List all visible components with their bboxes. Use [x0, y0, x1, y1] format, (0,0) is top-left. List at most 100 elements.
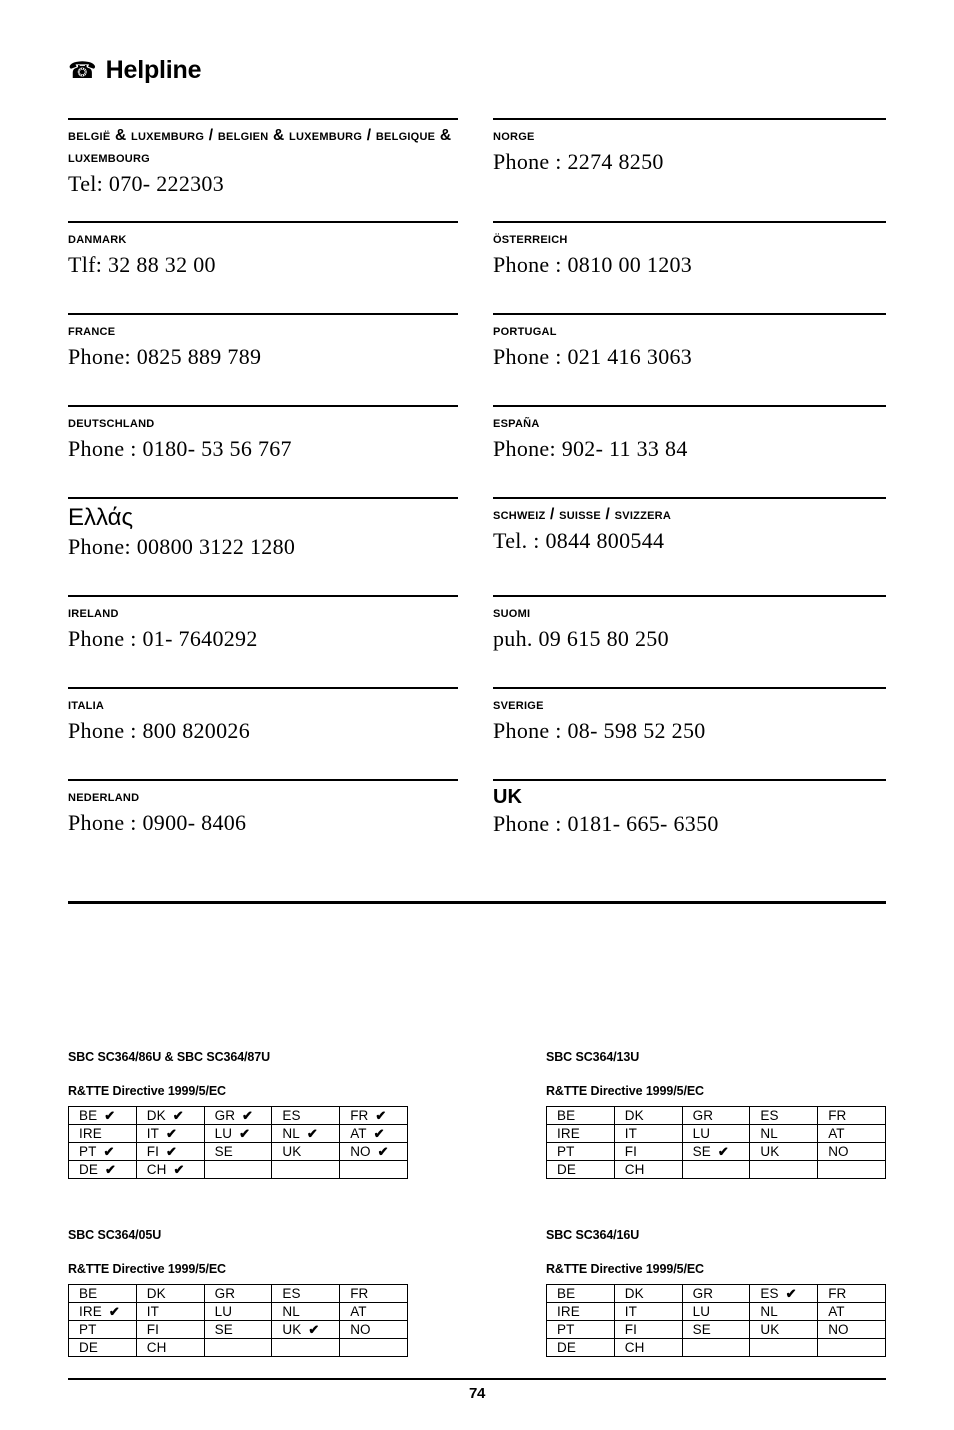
country-code: LU	[692, 1304, 711, 1319]
country-cell-es: ES	[271, 1106, 341, 1125]
country-code: BE	[557, 1108, 576, 1123]
page-number: 74	[468, 1385, 486, 1402]
country-cell-empty	[203, 1338, 273, 1357]
directive-label: R&TTE Directive 1999/5/EC	[546, 1084, 704, 1098]
country-code: IRE	[557, 1126, 580, 1141]
country-code: PT	[557, 1322, 575, 1337]
country-cell-no: NO	[339, 1320, 408, 1339]
check-icon: ✔	[172, 1108, 184, 1123]
country-cell-se: SE ✔	[681, 1142, 751, 1161]
phone-number: Phone : 800 820026	[68, 718, 251, 743]
country-code: UK	[760, 1144, 780, 1159]
check-icon: ✔	[166, 1126, 177, 1141]
country-cell-ire: IRE	[546, 1124, 615, 1143]
country-code: ES	[282, 1286, 301, 1301]
check-icon: ✔	[785, 1286, 797, 1301]
country-name: Nederland	[68, 788, 140, 805]
country-cell-de: DE ✔	[68, 1160, 137, 1179]
table-row: DE CH	[546, 1338, 886, 1357]
country-code: NO	[828, 1322, 849, 1337]
country-code: UK	[282, 1322, 302, 1337]
country-name: España	[493, 414, 540, 431]
phone-number: Phone : 08- 598 52 250	[493, 718, 706, 743]
directive-label: R&TTE Directive 1999/5/EC	[68, 1084, 226, 1098]
table-row: DE CH	[546, 1160, 886, 1179]
country-code: AT	[350, 1304, 367, 1319]
country-cell-lu: LU	[681, 1302, 751, 1321]
country-code: ES	[760, 1108, 779, 1123]
table-row: PT FI SE UK ✔ NO	[68, 1320, 408, 1339]
helpline-entry: France Phone: 0825 889 789	[68, 313, 458, 405]
country-cell-no: NO	[817, 1320, 886, 1339]
check-icon: ✔	[173, 1162, 185, 1177]
country-name: Suomi	[493, 604, 531, 621]
country-cell-uk: UK ✔	[271, 1320, 341, 1339]
country-code: GR	[214, 1286, 236, 1301]
country-cell-be: BE	[546, 1284, 615, 1303]
helpline-entry: België & Luxemburg / Belgien & Luxemburg…	[68, 118, 458, 221]
country-cell-ch: CH	[613, 1338, 683, 1357]
country-cell-empty	[271, 1338, 341, 1357]
country-cell-empty	[271, 1160, 341, 1179]
country-name: Österreich	[493, 230, 568, 247]
telephone-icon: ☎	[68, 57, 97, 83]
country-code: FR	[828, 1108, 847, 1123]
country-cell-dk: DK	[613, 1106, 683, 1125]
country-certification-table: BE ✔ DK ✔ GR ✔ ES FR ✔ IRE IT ✔ LU ✔ NL ✔ AT ✔ PT ✔ FI ✔ SE UK N…	[68, 1106, 408, 1179]
country-code: DE	[557, 1340, 576, 1355]
country-code: GR	[692, 1108, 714, 1123]
country-name: France	[68, 322, 116, 339]
country-code: SE	[692, 1322, 711, 1337]
table-row: BE ✔ DK ✔ GR ✔ ES FR ✔	[68, 1106, 408, 1125]
table-row: DE ✔ CH ✔	[68, 1160, 408, 1179]
country-name: Norge	[493, 127, 535, 144]
phone-number: Phone : 0900- 8406	[68, 810, 247, 835]
helpline-entry: Nederland Phone : 0900- 8406	[68, 779, 458, 871]
country-cell-nl: NL	[271, 1302, 341, 1321]
country-cell-lu: LU	[681, 1124, 751, 1143]
page-title: Helpline	[105, 56, 202, 84]
country-cell-nl: NL	[749, 1302, 819, 1321]
helpline-entry: Portugal Phone : 021 416 3063	[493, 313, 886, 405]
country-code: IRE	[79, 1304, 102, 1319]
country-cell-fi: FI	[135, 1320, 205, 1339]
phone-number: Phone: 902- 11 33 84	[493, 436, 688, 461]
helpline-entry: UK Phone : 0181- 665- 6350	[493, 779, 886, 871]
helpline-entry: Sverige Phone : 08- 598 52 250	[493, 687, 886, 779]
country-code: IT	[146, 1126, 159, 1141]
country-code: IT	[624, 1126, 637, 1141]
country-code: BE	[79, 1108, 98, 1123]
country-code: SE	[692, 1144, 711, 1159]
country-code: PT	[79, 1322, 97, 1337]
check-icon: ✔	[373, 1126, 385, 1141]
check-icon: ✔	[166, 1144, 177, 1159]
table-row: PT FI SE ✔ UK NO	[546, 1142, 886, 1161]
country-code: DK	[624, 1286, 644, 1301]
country-cell-ire: IRE ✔	[68, 1302, 137, 1321]
country-cell-gr: GR	[203, 1284, 273, 1303]
country-cell-at: AT	[817, 1302, 886, 1321]
country-code: NL	[282, 1126, 300, 1141]
country-code: IRE	[557, 1304, 580, 1319]
phone-number: Phone : 01- 7640292	[68, 626, 258, 651]
country-certification-table: BE DK GR ES ✔ FR IRE IT LU NL AT PT FI SE UK NO DE CH	[546, 1284, 886, 1357]
check-icon: ✔	[104, 1108, 116, 1123]
country-code: PT	[557, 1144, 575, 1159]
model-name: SBC SC364/05U	[68, 1228, 162, 1242]
country-cell-empty	[681, 1160, 751, 1179]
document-page: ☎ Helpline België & Luxemburg / Belgien …	[0, 0, 954, 1430]
country-cell-lu: LU ✔	[203, 1124, 273, 1143]
country-cell-se: SE	[203, 1320, 273, 1339]
country-code: ES	[282, 1108, 301, 1123]
check-icon: ✔	[717, 1144, 729, 1159]
country-cell-gr: GR	[681, 1106, 751, 1125]
country-name: Sverige	[493, 696, 544, 713]
country-cell-fi: FI ✔	[135, 1142, 205, 1161]
country-name: Ελλάς	[68, 504, 134, 531]
phone-number: puh. 09 615 80 250	[493, 626, 669, 651]
country-code: NO	[828, 1144, 849, 1159]
country-code: DK	[146, 1108, 166, 1123]
country-cell-fi: FI	[613, 1320, 683, 1339]
country-code: UK	[282, 1144, 302, 1159]
table-row: IRE ✔ IT LU NL AT	[68, 1302, 408, 1321]
